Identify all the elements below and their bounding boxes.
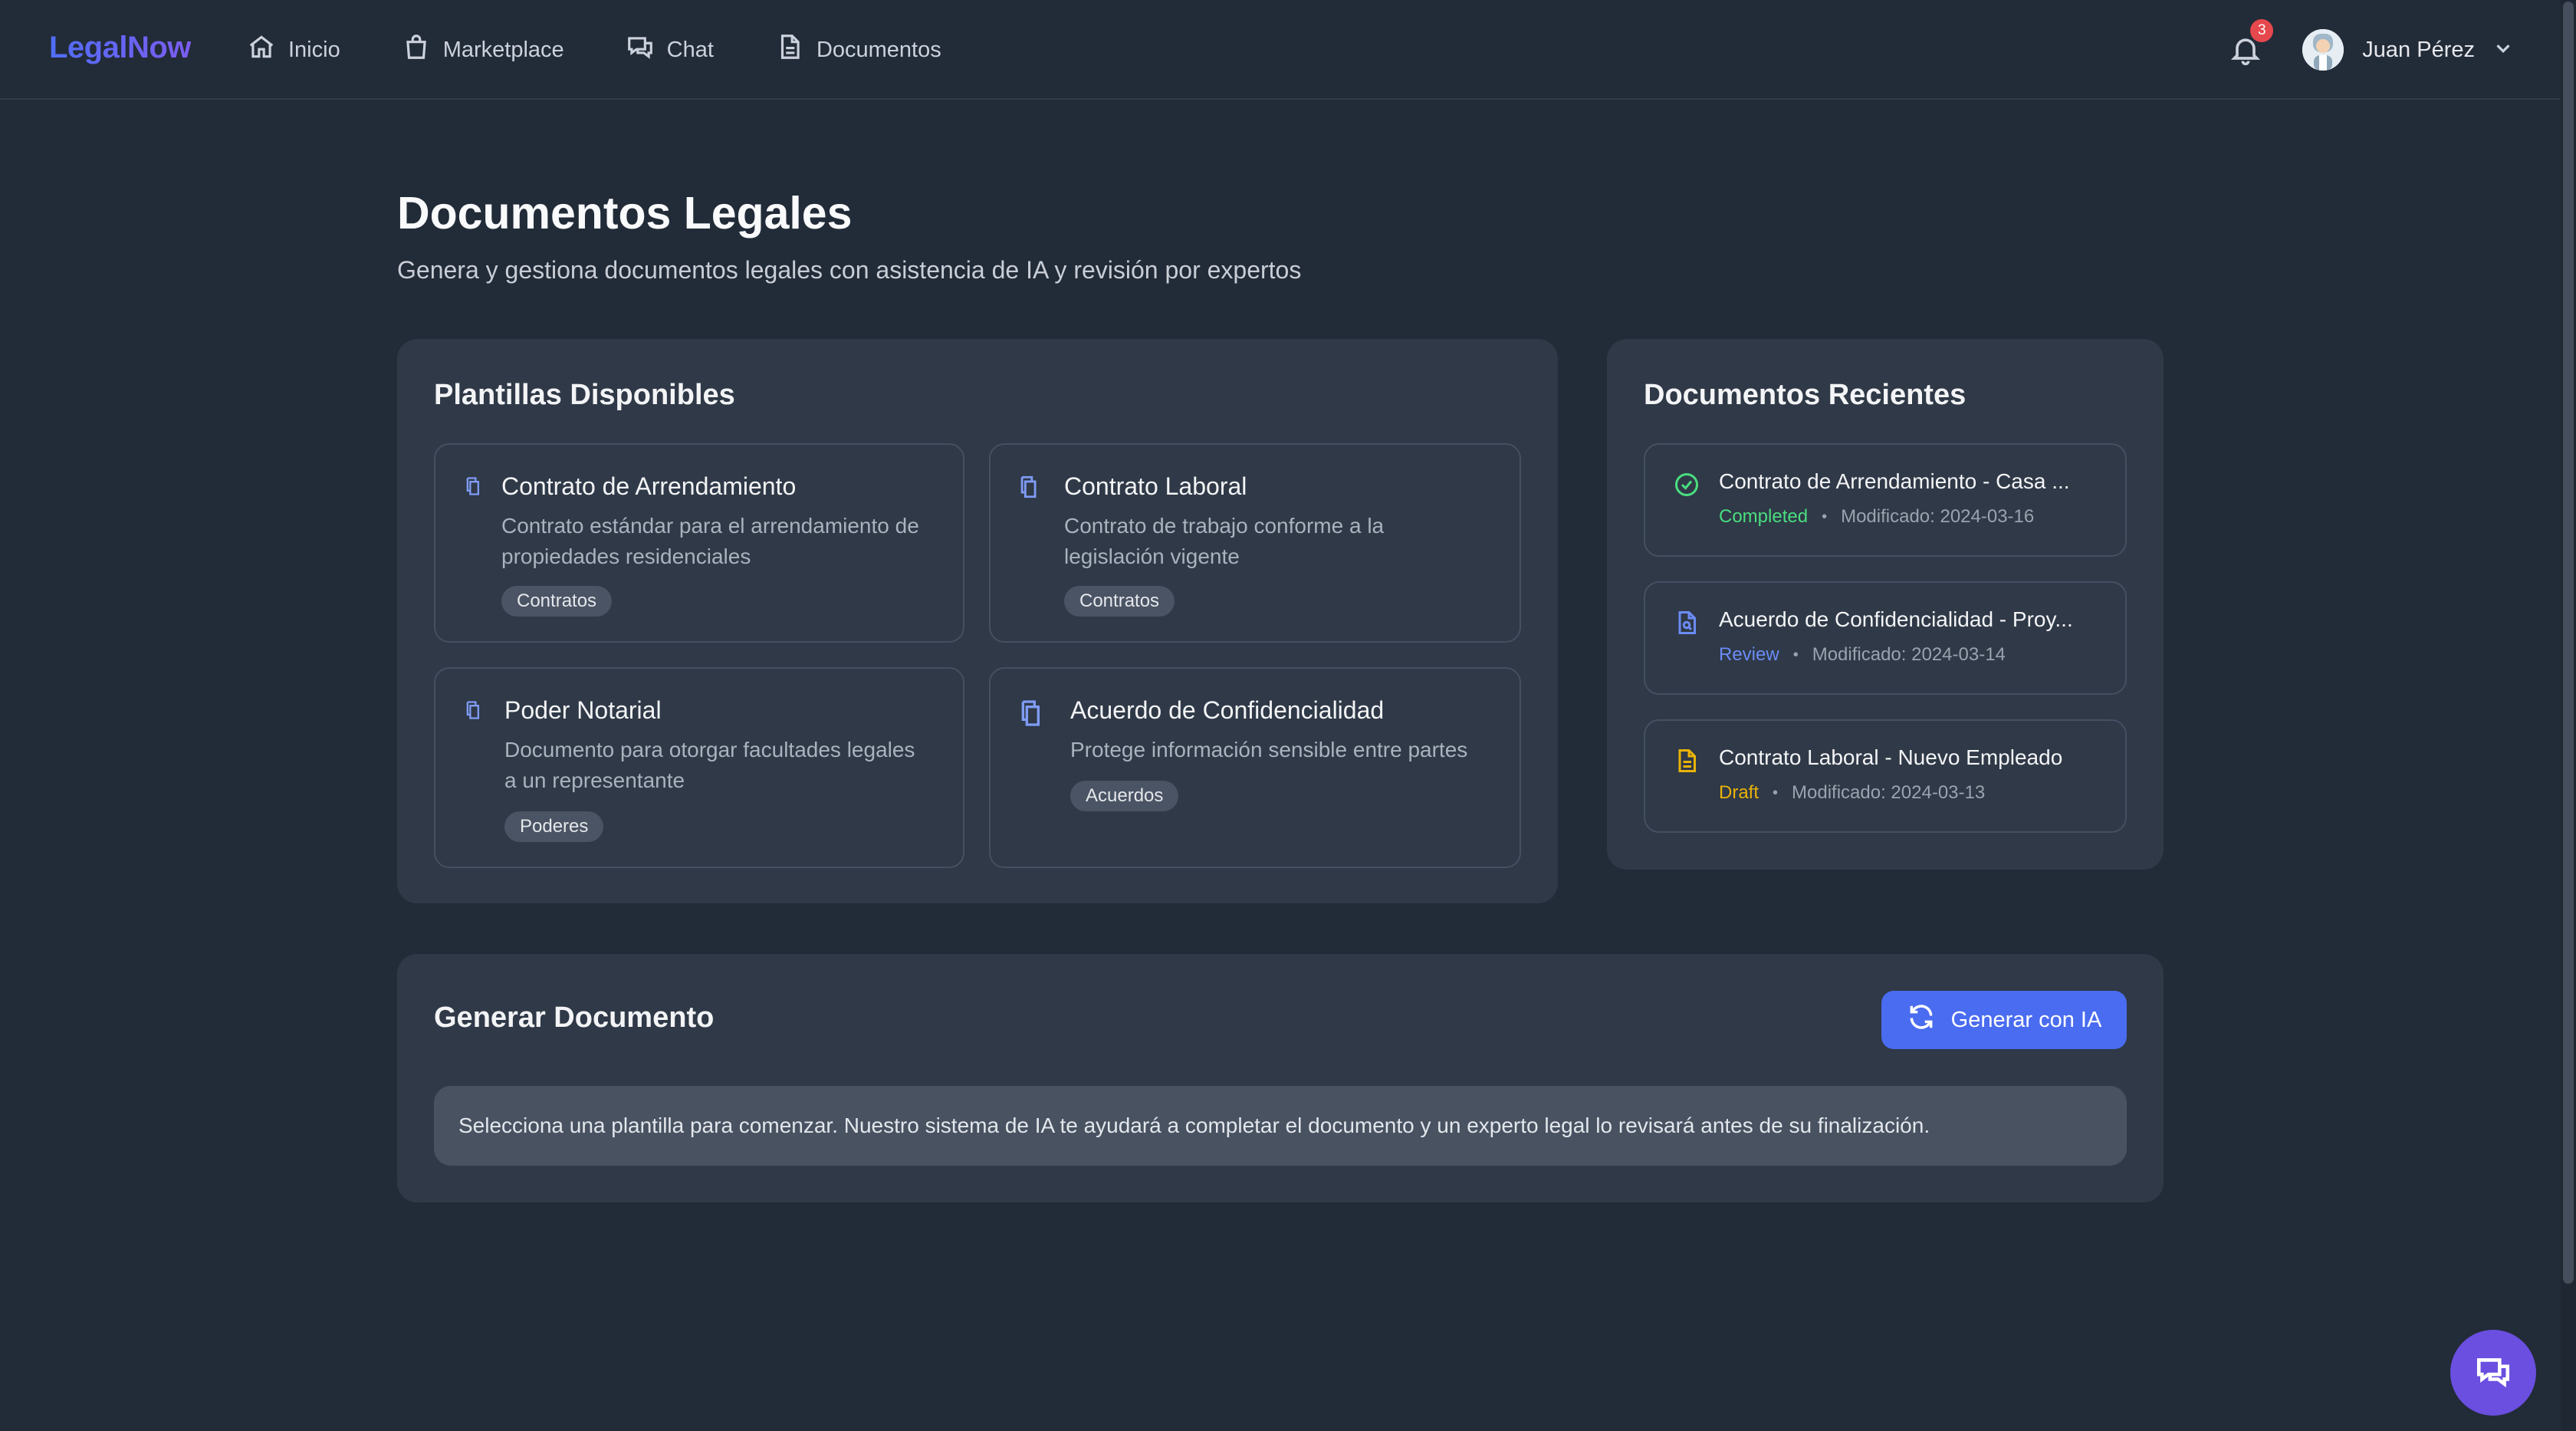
category-tag: Contratos <box>501 586 613 617</box>
vertical-scrollbar-thumb[interactable] <box>2563 2 2574 1284</box>
recent-document-item[interactable]: Contrato Laboral - Nuevo Empleado Draft … <box>1644 719 2127 833</box>
template-card-laboral[interactable]: Contrato Laboral Contrato de trabajo con… <box>989 443 1521 643</box>
generate-with-ai-button[interactable]: Generar con IA <box>1881 991 2127 1049</box>
category-tag: Acuerdos <box>1070 781 1179 811</box>
refresh-icon <box>1907 1002 1936 1038</box>
templates-panel-title: Plantillas Disponibles <box>434 379 735 411</box>
recent-document-item[interactable]: Contrato de Arrendamiento - Casa ... Com… <box>1644 443 2127 557</box>
generate-info-box: Selecciona una plantilla para comenzar. … <box>434 1086 2127 1166</box>
nav-item-label: Documentos <box>816 37 941 62</box>
notifications-button[interactable]: 3 <box>2229 19 2274 70</box>
modified-date: Modificado: 2024-03-16 <box>1841 506 2035 527</box>
generate-button-label: Generar con IA <box>1950 1007 2102 1032</box>
home-icon <box>247 32 276 67</box>
status-badge: Draft <box>1719 782 1760 803</box>
recent-document-item[interactable]: Acuerdo de Confidencialidad - Proy... Re… <box>1644 581 2127 695</box>
document-text-icon <box>1673 747 1700 775</box>
document-icon <box>775 32 804 67</box>
status-badge: Review <box>1719 644 1779 665</box>
recent-documents-title: Documentos Recientes <box>1644 379 1967 411</box>
template-description: Protege información sensible entre parte… <box>1070 738 1468 762</box>
generate-document-title: Generar Documento <box>434 1002 715 1034</box>
document-title: Contrato Laboral - Nuevo Empleado <box>1719 745 2063 769</box>
document-meta: Completed • Modificado: 2024-03-16 <box>1719 506 2034 528</box>
template-description: Contrato de trabajo conforme a la legisla… <box>1064 514 1385 568</box>
category-tag: Contratos <box>1064 586 1175 617</box>
top-navigation-bar: LegalNow Inicio Marketplace Chat Documen… <box>0 0 2561 100</box>
avatar[interactable] <box>2302 29 2344 71</box>
nav-item-label: Inicio <box>288 37 340 62</box>
notification-badge: 3 <box>2250 19 2274 42</box>
nav-item-documentos[interactable]: Documentos <box>775 32 941 67</box>
document-title: Contrato de Arrendamiento - Casa ... <box>1719 469 2070 493</box>
floating-chat-button[interactable] <box>2450 1330 2536 1416</box>
document-duplicate-icon <box>1017 474 1043 500</box>
nav-item-label: Chat <box>666 37 714 62</box>
chevron-down-icon[interactable] <box>2492 37 2515 64</box>
nav-item-label: Marketplace <box>442 37 564 62</box>
document-meta: Review • Modificado: 2024-03-14 <box>1719 644 2006 666</box>
generate-info-text: Selecciona una plantilla para comenzar. … <box>458 1114 1930 1137</box>
page-subtitle: Genera y gestiona documentos legales con… <box>397 256 1302 284</box>
template-title: Contrato de Arrendamiento <box>501 472 797 500</box>
document-duplicate-icon <box>1017 698 1047 729</box>
template-card-confidencialidad[interactable]: Acuerdo de Confidencialidad Protege info… <box>989 667 1521 868</box>
document-search-icon <box>1673 609 1700 637</box>
user-name[interactable]: Juan Pérez <box>2362 38 2475 63</box>
document-duplicate-icon <box>463 475 485 497</box>
modified-date: Modificado: 2024-03-13 <box>1792 782 1986 803</box>
document-meta: Draft • Modificado: 2024-03-13 <box>1719 782 1985 804</box>
check-circle-icon <box>1673 471 1700 498</box>
document-duplicate-icon <box>463 699 485 721</box>
nav-item-marketplace[interactable]: Marketplace <box>402 32 564 67</box>
template-card-poder-notarial[interactable]: Poder Notarial Documento para otorgar fa… <box>434 667 964 868</box>
separator-dot: • <box>1792 646 1799 663</box>
shopping-bag-icon <box>402 32 431 67</box>
document-title: Acuerdo de Confidencialidad - Proy... <box>1719 607 2073 631</box>
template-description: Contrato estándar para el arrendamiento … <box>501 514 919 568</box>
main-nav: Inicio Marketplace Chat Documentos <box>247 0 1003 100</box>
page-title: Documentos Legales <box>397 188 853 238</box>
modified-date: Modificado: 2024-03-14 <box>1812 644 2006 665</box>
brand-logo[interactable]: LegalNow <box>49 31 191 65</box>
template-title: Acuerdo de Confidencialidad <box>1070 696 1385 724</box>
template-title: Poder Notarial <box>504 696 662 724</box>
template-card-arrendamiento[interactable]: Contrato de Arrendamiento Contrato están… <box>434 443 964 643</box>
chat-bubbles-icon <box>2474 1352 2512 1394</box>
chat-icon <box>626 32 655 67</box>
status-badge: Completed <box>1719 506 1809 527</box>
separator-dot: • <box>1822 508 1828 525</box>
template-description: Documento para otorgar facultades legale… <box>504 738 915 792</box>
template-title: Contrato Laboral <box>1064 472 1247 500</box>
category-tag: Poderes <box>504 811 604 842</box>
nav-item-inicio[interactable]: Inicio <box>247 32 340 67</box>
bell-icon <box>2229 38 2262 70</box>
nav-item-chat[interactable]: Chat <box>626 32 714 67</box>
user-area: 3 Juan Pérez <box>2229 0 2515 100</box>
separator-dot: • <box>1773 784 1779 801</box>
